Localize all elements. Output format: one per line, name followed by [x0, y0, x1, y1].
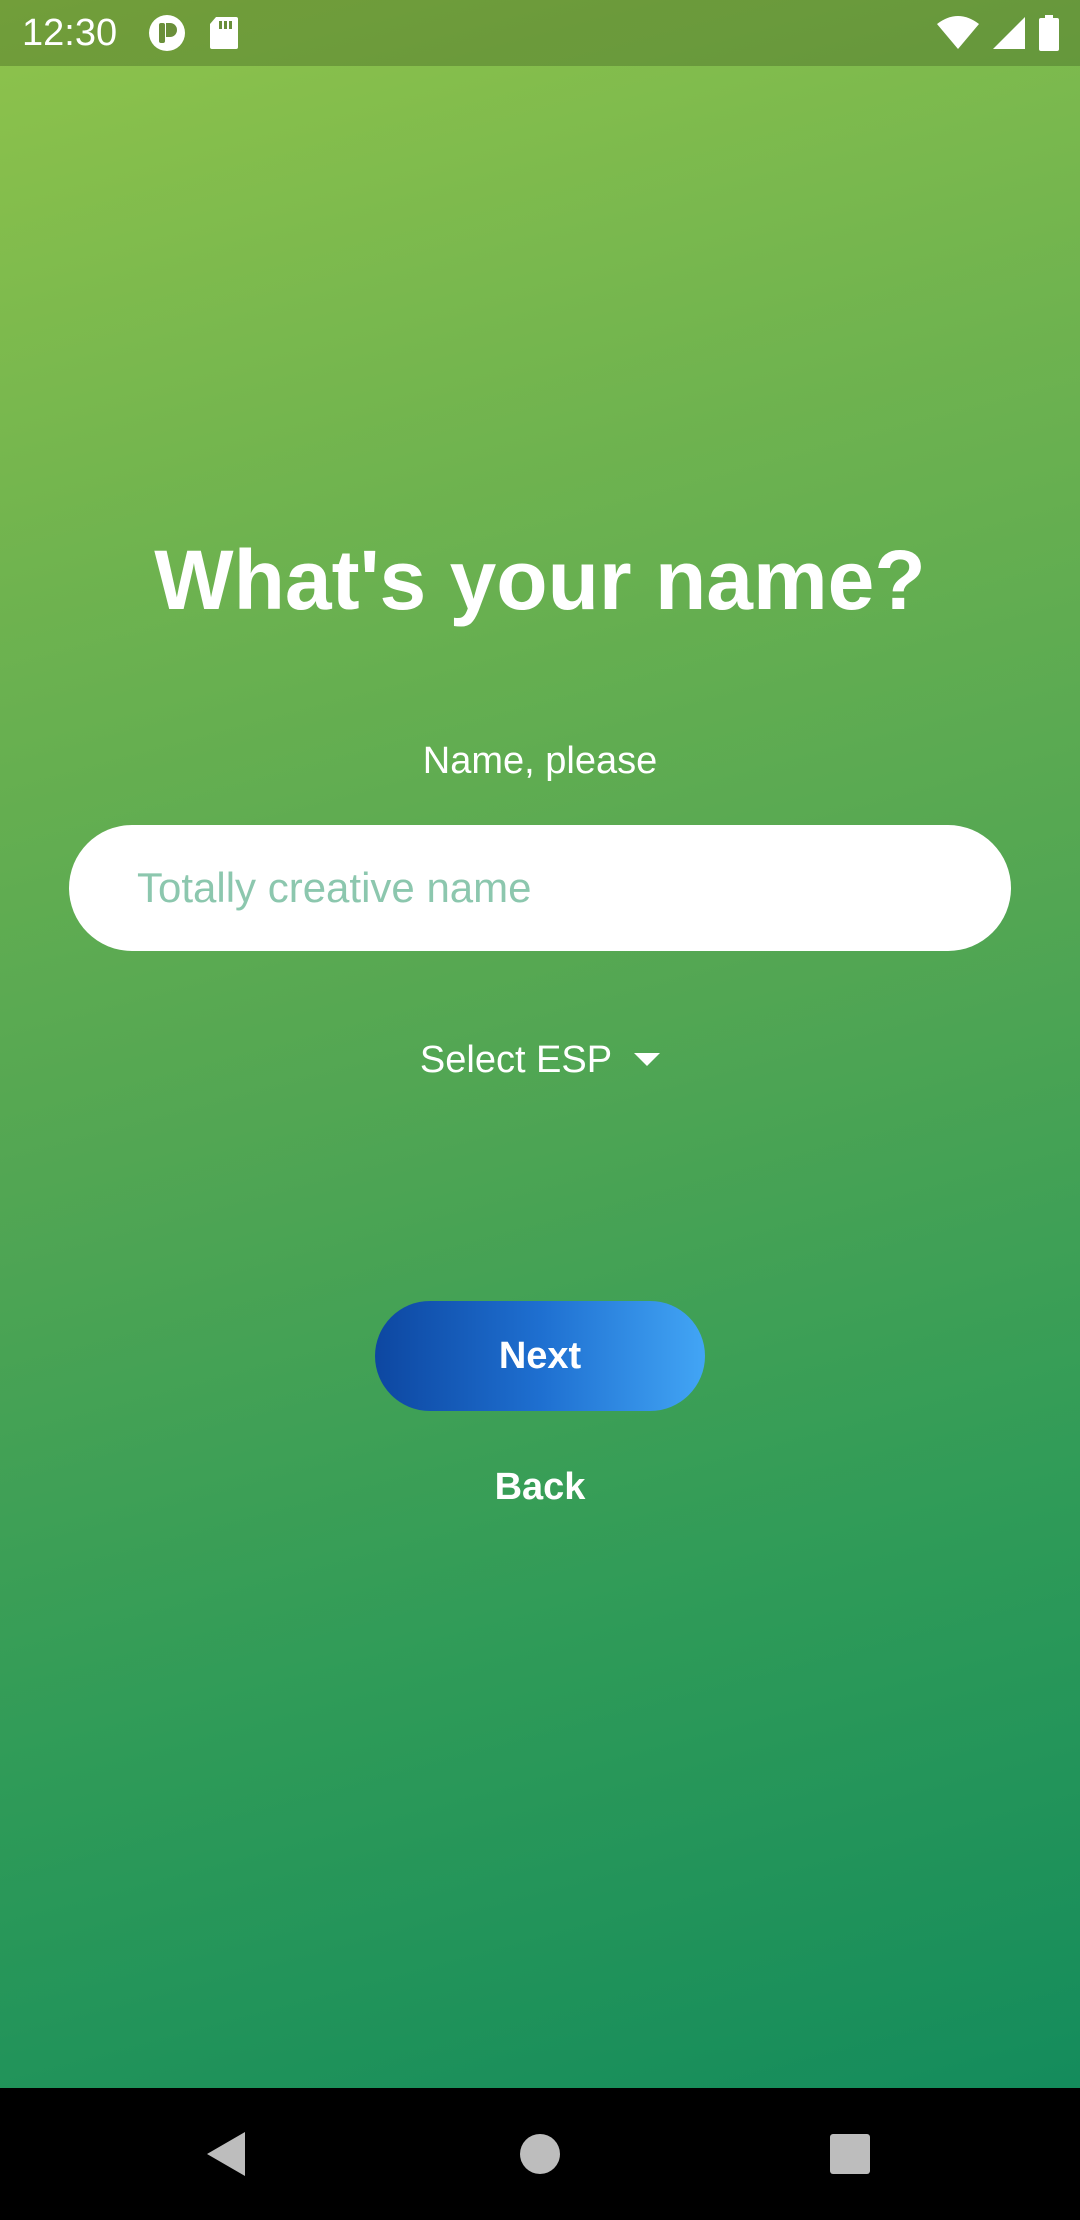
recents-square-icon [829, 2133, 871, 2175]
nav-back-button[interactable] [146, 2088, 306, 2220]
dropdown-arrow-icon [634, 1053, 661, 1067]
wifi-icon [936, 16, 980, 50]
back-button[interactable]: Back [440, 1455, 640, 1519]
status-bar: 12:30 [0, 0, 1080, 66]
navigation-bar [0, 2088, 1080, 2220]
esp-select-label: Select ESP [419, 1039, 613, 1081]
sd-card-icon [208, 15, 240, 51]
phone-screen: 12:30 What's your name? Name, please Tot… [0, 0, 1080, 2220]
home-circle-icon [519, 2133, 561, 2175]
status-time: 12:30 [22, 12, 118, 54]
back-triangle-icon [205, 2130, 247, 2178]
page-title: What's your name? [154, 533, 926, 627]
next-button[interactable]: Next [375, 1301, 705, 1411]
nav-home-button[interactable] [460, 2088, 620, 2220]
name-input[interactable] [69, 825, 1011, 951]
status-right-icons [936, 14, 1060, 52]
onboarding-background: 12:30 What's your name? Name, please Tot… [0, 0, 1080, 2088]
esp-select-dropdown[interactable]: Select ESP [0, 1030, 1080, 1090]
name-field-label: Name, please [422, 740, 658, 782]
cellular-signal-icon [992, 16, 1026, 50]
battery-icon [1038, 15, 1060, 51]
notification-app-icon [148, 14, 186, 52]
status-left-icons [148, 14, 240, 52]
nav-recents-button[interactable] [770, 2088, 930, 2220]
